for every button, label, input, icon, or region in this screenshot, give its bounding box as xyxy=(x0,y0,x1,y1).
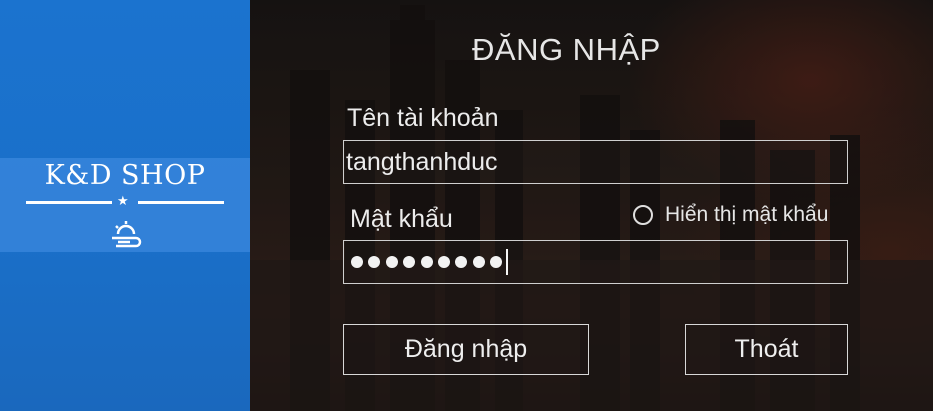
show-password-label: Hiển thị mật khẩu xyxy=(665,203,829,226)
password-dot xyxy=(420,256,433,268)
login-title: ĐĂNG NHẬP xyxy=(472,32,661,67)
password-dot xyxy=(490,256,503,268)
exit-button[interactable]: Thoát xyxy=(685,324,848,375)
login-button[interactable]: Đăng nhập xyxy=(343,324,589,375)
password-dot xyxy=(472,256,485,268)
password-dot xyxy=(385,256,398,268)
password-dot xyxy=(351,256,363,268)
brand-logo-text: K&D SHOP xyxy=(44,160,206,191)
brand-panel: K&D SHOP ★ xyxy=(0,0,250,411)
password-field[interactable] xyxy=(343,240,848,284)
show-password-toggle[interactable]: Hiển thị mật khẩu xyxy=(633,203,828,227)
divider-line-right xyxy=(138,201,224,204)
password-dot xyxy=(455,256,468,268)
password-dot xyxy=(403,256,416,268)
brand-divider: ★ xyxy=(26,193,224,210)
divider-line-left xyxy=(26,201,112,204)
star-icon: ★ xyxy=(117,193,129,208)
password-dot xyxy=(368,256,381,268)
password-mask xyxy=(346,256,508,268)
username-label: Tên tài khoản xyxy=(347,104,499,132)
weather-sun-wind-icon xyxy=(112,221,142,248)
username-field[interactable] xyxy=(343,140,848,184)
password-label: Mật khẩu xyxy=(350,205,453,233)
password-dot xyxy=(437,256,450,268)
text-caret xyxy=(505,249,508,275)
show-password-radio[interactable] xyxy=(633,205,653,225)
